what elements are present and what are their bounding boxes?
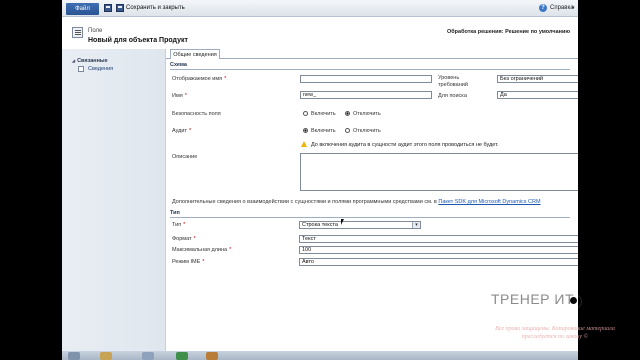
- type-select[interactable]: Строка текста: [299, 221, 421, 229]
- format-select[interactable]: Текст: [299, 235, 578, 243]
- details-icon: [78, 66, 84, 72]
- description-label: Описание: [172, 154, 198, 160]
- nav-group-related[interactable]: Связанные: [72, 58, 108, 64]
- name-label: Имя *: [172, 93, 187, 99]
- field-security-label: Безопасность поля: [172, 111, 221, 117]
- start-icon[interactable]: [68, 352, 80, 360]
- field-security-on-radio[interactable]: [303, 111, 308, 116]
- display-name-input[interactable]: [300, 75, 432, 83]
- taskbar-app-icon[interactable]: [142, 352, 154, 360]
- watermark-brand: ТРЕНЕР ИТ: [491, 291, 575, 307]
- requirement-level-select[interactable]: Без ограничений: [497, 75, 578, 83]
- save-close-button[interactable]: Сохранить и закрыть: [126, 5, 185, 11]
- audit-warning-text: До включения аудита в сущности аудит это…: [311, 142, 499, 148]
- field-security-off-radio[interactable]: [345, 111, 350, 116]
- help-icon[interactable]: ?: [539, 4, 547, 12]
- audit-on-radio[interactable]: [303, 128, 308, 133]
- ime-mode-select[interactable]: Авто: [299, 258, 578, 266]
- audit-label: Аудит *: [172, 128, 192, 134]
- solution-label: Обработка решения: Решение по умолчанию: [447, 29, 571, 35]
- searchable-select[interactable]: Да: [497, 91, 578, 99]
- section-divider: [170, 217, 570, 218]
- section-divider: [170, 69, 570, 70]
- save-close-icon[interactable]: [116, 4, 124, 12]
- section-schema-title: Схема: [170, 62, 187, 68]
- form-body: Схема Отображаемое имя * Уровень требован…: [166, 58, 578, 351]
- max-length-label: Максимальная длина *: [172, 247, 232, 253]
- save-icon[interactable]: [104, 4, 112, 12]
- watermark-note: Все права защищены. Копирование материал…: [495, 326, 615, 340]
- file-tab[interactable]: Файл: [66, 3, 99, 15]
- tab-general[interactable]: Общие сведения: [170, 49, 220, 59]
- watermark-dot-icon: [567, 294, 582, 309]
- page-title: Новый для объекта Продукт: [88, 37, 188, 44]
- type-label: Тип *: [172, 222, 186, 228]
- entity-type-label: Поле: [88, 28, 103, 34]
- ribbon: Файл Сохранить и закрыть ? Справка ▾: [62, 0, 578, 17]
- warning-icon: [301, 141, 307, 147]
- field-entity-icon: [72, 27, 83, 38]
- audit-on-label[interactable]: Включить: [311, 128, 336, 134]
- sdk-note: Дополнительные сведения о взаимодействии…: [172, 199, 541, 205]
- explorer-icon[interactable]: [100, 352, 112, 360]
- field-security-off-label[interactable]: Отключить: [353, 111, 381, 117]
- audit-off-label[interactable]: Отключить: [353, 128, 381, 134]
- section-type-title: Тип: [170, 210, 180, 216]
- sdk-link[interactable]: Пакет SDK для Microsoft Dynamics CRM: [438, 199, 540, 205]
- nav-item-details[interactable]: Сведения: [88, 66, 113, 72]
- max-length-input[interactable]: 100: [299, 246, 578, 254]
- help-button[interactable]: Справка: [550, 5, 574, 11]
- browser-icon[interactable]: [176, 352, 188, 360]
- field-security-on-label[interactable]: Включить: [311, 111, 336, 117]
- name-input[interactable]: new_: [300, 91, 432, 99]
- taskbar-app-icon[interactable]: [206, 352, 218, 360]
- chevron-down-icon[interactable]: ▾: [572, 5, 575, 11]
- left-nav: Связанные Сведения: [62, 49, 166, 351]
- mouse-cursor-icon: [341, 219, 344, 225]
- searchable-label: Для поиска: [438, 93, 467, 99]
- ime-mode-label: Режим IME *: [172, 259, 205, 265]
- taskbar: [62, 351, 578, 360]
- audit-off-radio[interactable]: [345, 128, 350, 133]
- requirement-level-label: Уровень требований: [438, 75, 468, 88]
- format-label: Формат *: [172, 236, 196, 242]
- description-textarea[interactable]: [300, 153, 578, 191]
- display-name-label: Отображаемое имя *: [172, 76, 227, 82]
